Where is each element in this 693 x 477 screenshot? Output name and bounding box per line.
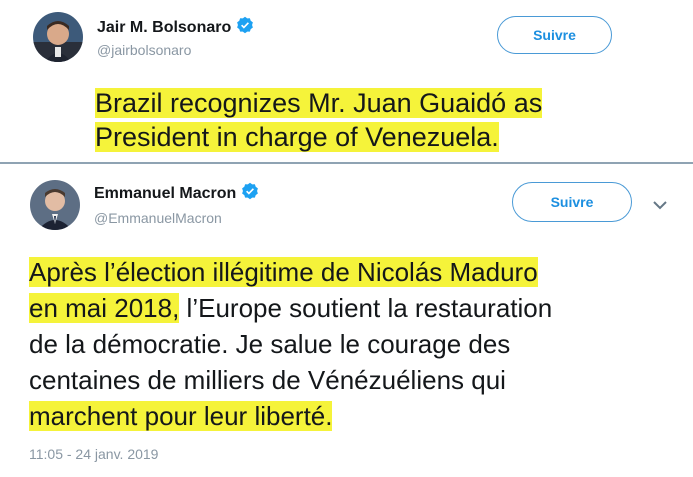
chevron-down-icon[interactable]	[652, 198, 668, 216]
highlighted-text: en mai 2018,	[29, 293, 180, 323]
highlighted-text: Après l’élection illégitime de Nicolás M…	[29, 257, 538, 287]
plain-text: l’Europe soutient la restauration	[179, 293, 553, 323]
tweet-text-line: de la démocratie. Je salue le courage de…	[29, 326, 552, 362]
follow-button[interactable]: Suivre	[512, 182, 632, 222]
tweet-text-line: President in charge of Venezuela.	[95, 120, 542, 154]
tweet-text-line: marchent pour leur liberté.	[29, 398, 552, 434]
verified-badge-icon	[241, 182, 259, 205]
tweet-text: Après l’élection illégitime de Nicolás M…	[29, 254, 552, 434]
highlighted-text: marchent pour leur liberté.	[29, 401, 333, 431]
tweet-macron: Emmanuel Macron @EmmanuelMacron Suivre A…	[0, 164, 693, 477]
tweet-text-line: Brazil recognizes Mr. Juan Guaidó as	[95, 86, 543, 120]
avatar-photo-icon	[33, 12, 83, 62]
follow-button[interactable]: Suivre	[497, 16, 612, 54]
author-name[interactable]: Jair M. Bolsonaro	[97, 19, 231, 37]
verified-badge-icon	[236, 16, 254, 39]
author-row: Jair M. Bolsonaro	[97, 16, 254, 39]
avatar[interactable]	[30, 180, 80, 230]
tweet-bolsonaro: Jair M. Bolsonaro @jairbolsonaro Suivre …	[0, 0, 693, 162]
avatar[interactable]	[33, 12, 83, 62]
author-handle[interactable]: @jairbolsonaro	[97, 42, 191, 58]
highlighted-text: President in charge of Venezuela.	[95, 122, 499, 152]
tweet-text-line: Après l’élection illégitime de Nicolás M…	[29, 254, 552, 290]
author-name[interactable]: Emmanuel Macron	[94, 185, 236, 203]
avatar-photo-icon	[30, 180, 80, 230]
tweet-text-line: centaines de milliers de Vénézuéliens qu…	[29, 362, 552, 398]
author-row: Emmanuel Macron	[94, 182, 259, 205]
tweet-text: Brazil recognizes Mr. Juan Guaidó as Pre…	[95, 86, 543, 154]
plain-text: de la démocratie. Je salue le courage de…	[29, 329, 511, 359]
tweet-text-line: en mai 2018, l’Europe soutient la restau…	[29, 290, 552, 326]
tweet-timestamp[interactable]: 11:05 - 24 janv. 2019	[29, 446, 158, 462]
plain-text: centaines de milliers de Vénézuéliens qu…	[29, 365, 506, 395]
highlighted-text: Brazil recognizes Mr. Juan Guaidó as	[95, 88, 543, 118]
author-handle[interactable]: @EmmanuelMacron	[94, 210, 222, 226]
